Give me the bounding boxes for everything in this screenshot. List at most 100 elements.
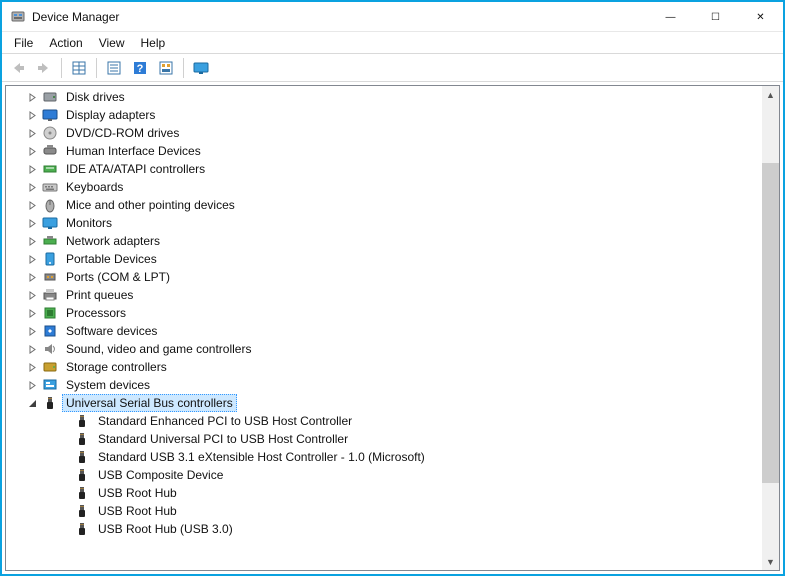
scroll-track[interactable] <box>762 103 779 553</box>
expander-closed-icon[interactable] <box>24 377 40 393</box>
category-keyboards[interactable]: Keyboards <box>6 178 762 196</box>
expander-closed-icon[interactable] <box>24 197 40 213</box>
category-label[interactable]: Storage controllers <box>62 358 171 376</box>
help-button[interactable]: ? <box>128 56 152 80</box>
category-label[interactable]: Network adapters <box>62 232 164 250</box>
category-label[interactable]: Mice and other pointing devices <box>62 196 239 214</box>
menu-help[interactable]: Help <box>133 34 174 52</box>
properties-icon <box>106 60 122 76</box>
expander-closed-icon[interactable] <box>24 251 40 267</box>
forward-button[interactable] <box>32 56 56 80</box>
scroll-thumb[interactable] <box>762 163 779 483</box>
port-icon <box>42 269 58 285</box>
titlebar[interactable]: Device Manager — ☐ ✕ <box>2 2 783 32</box>
category-label[interactable]: Processors <box>62 304 130 322</box>
monitor-button[interactable] <box>189 56 213 80</box>
monitor-icon <box>193 60 209 76</box>
vertical-scrollbar[interactable]: ▲ ▼ <box>762 86 779 570</box>
usb-device-icon <box>74 521 90 537</box>
category-label[interactable]: Monitors <box>62 214 116 232</box>
toolbar: ? <box>2 54 783 82</box>
menu-view[interactable]: View <box>91 34 133 52</box>
category-label[interactable]: Display adapters <box>62 106 159 124</box>
category-network[interactable]: Network adapters <box>6 232 762 250</box>
menu-file[interactable]: File <box>6 34 41 52</box>
category-label[interactable]: Portable Devices <box>62 250 161 268</box>
category-label[interactable]: Disk drives <box>62 88 129 106</box>
expander-closed-icon[interactable] <box>24 305 40 321</box>
device-tree[interactable]: Disk drivesDisplay adaptersDVD/CD-ROM dr… <box>6 86 762 570</box>
category-printq[interactable]: Print queues <box>6 286 762 304</box>
category-label[interactable]: Print queues <box>62 286 137 304</box>
properties-button[interactable] <box>102 56 126 80</box>
close-button[interactable]: ✕ <box>738 2 783 32</box>
category-hid[interactable]: Human Interface Devices <box>6 142 762 160</box>
device-label[interactable]: USB Root Hub <box>94 502 181 520</box>
help-icon: ? <box>132 60 148 76</box>
device-label[interactable]: Standard Universal PCI to USB Host Contr… <box>94 430 352 448</box>
category-display-adapters[interactable]: Display adapters <box>6 106 762 124</box>
expander-closed-icon[interactable] <box>24 359 40 375</box>
category-portable[interactable]: Portable Devices <box>6 250 762 268</box>
category-ide[interactable]: IDE ATA/ATAPI controllers <box>6 160 762 178</box>
category-label[interactable]: Keyboards <box>62 178 127 196</box>
expander-closed-icon[interactable] <box>24 125 40 141</box>
device-item[interactable]: USB Root Hub <box>6 502 762 520</box>
category-label[interactable]: DVD/CD-ROM drives <box>62 124 183 142</box>
category-storage[interactable]: Storage controllers <box>6 358 762 376</box>
category-disk-drives[interactable]: Disk drives <box>6 88 762 106</box>
expander-closed-icon[interactable] <box>24 215 40 231</box>
maximize-button[interactable]: ☐ <box>693 2 738 32</box>
device-label[interactable]: USB Root Hub <box>94 484 181 502</box>
device-item[interactable]: Standard USB 3.1 eXtensible Host Control… <box>6 448 762 466</box>
category-software[interactable]: Software devices <box>6 322 762 340</box>
category-label[interactable]: IDE ATA/ATAPI controllers <box>62 160 209 178</box>
device-label[interactable]: Standard Enhanced PCI to USB Host Contro… <box>94 412 356 430</box>
category-label[interactable]: Sound, video and game controllers <box>62 340 255 358</box>
minimize-button[interactable]: — <box>648 2 693 32</box>
category-monitors[interactable]: Monitors <box>6 214 762 232</box>
category-label[interactable]: Software devices <box>62 322 161 340</box>
expander-none <box>56 485 72 501</box>
category-usb[interactable]: Universal Serial Bus controllers <box>6 394 762 412</box>
category-ports[interactable]: Ports (COM & LPT) <box>6 268 762 286</box>
scan-button[interactable] <box>154 56 178 80</box>
menu-action[interactable]: Action <box>41 34 90 52</box>
scroll-up-button[interactable]: ▲ <box>762 86 779 103</box>
scroll-down-button[interactable]: ▼ <box>762 553 779 570</box>
device-label[interactable]: USB Composite Device <box>94 466 227 484</box>
expander-closed-icon[interactable] <box>24 89 40 105</box>
expander-closed-icon[interactable] <box>24 179 40 195</box>
category-system[interactable]: System devices <box>6 376 762 394</box>
device-item[interactable]: Standard Enhanced PCI to USB Host Contro… <box>6 412 762 430</box>
category-mice[interactable]: Mice and other pointing devices <box>6 196 762 214</box>
expander-closed-icon[interactable] <box>24 107 40 123</box>
arrow-left-icon <box>10 60 26 76</box>
expander-closed-icon[interactable] <box>24 269 40 285</box>
back-button[interactable] <box>6 56 30 80</box>
device-item[interactable]: USB Root Hub (USB 3.0) <box>6 520 762 538</box>
category-label[interactable]: System devices <box>62 376 154 394</box>
expander-closed-icon[interactable] <box>24 287 40 303</box>
category-processors[interactable]: Processors <box>6 304 762 322</box>
device-label[interactable]: Standard USB 3.1 eXtensible Host Control… <box>94 448 429 466</box>
device-item[interactable]: USB Root Hub <box>6 484 762 502</box>
device-item[interactable]: Standard Universal PCI to USB Host Contr… <box>6 430 762 448</box>
category-label[interactable]: Ports (COM & LPT) <box>62 268 174 286</box>
storage-icon <box>42 359 58 375</box>
category-dvd[interactable]: DVD/CD-ROM drives <box>6 124 762 142</box>
expander-closed-icon[interactable] <box>24 233 40 249</box>
expander-open-icon[interactable] <box>24 395 40 411</box>
ide-icon <box>42 161 58 177</box>
expander-closed-icon[interactable] <box>24 323 40 339</box>
category-label[interactable]: Universal Serial Bus controllers <box>62 394 237 412</box>
device-item[interactable]: USB Composite Device <box>6 466 762 484</box>
show-hidden-button[interactable] <box>67 56 91 80</box>
expander-closed-icon[interactable] <box>24 341 40 357</box>
expander-closed-icon[interactable] <box>24 143 40 159</box>
category-label[interactable]: Human Interface Devices <box>62 142 205 160</box>
expander-closed-icon[interactable] <box>24 161 40 177</box>
expander-none <box>56 431 72 447</box>
category-sound[interactable]: Sound, video and game controllers <box>6 340 762 358</box>
device-label[interactable]: USB Root Hub (USB 3.0) <box>94 520 237 538</box>
